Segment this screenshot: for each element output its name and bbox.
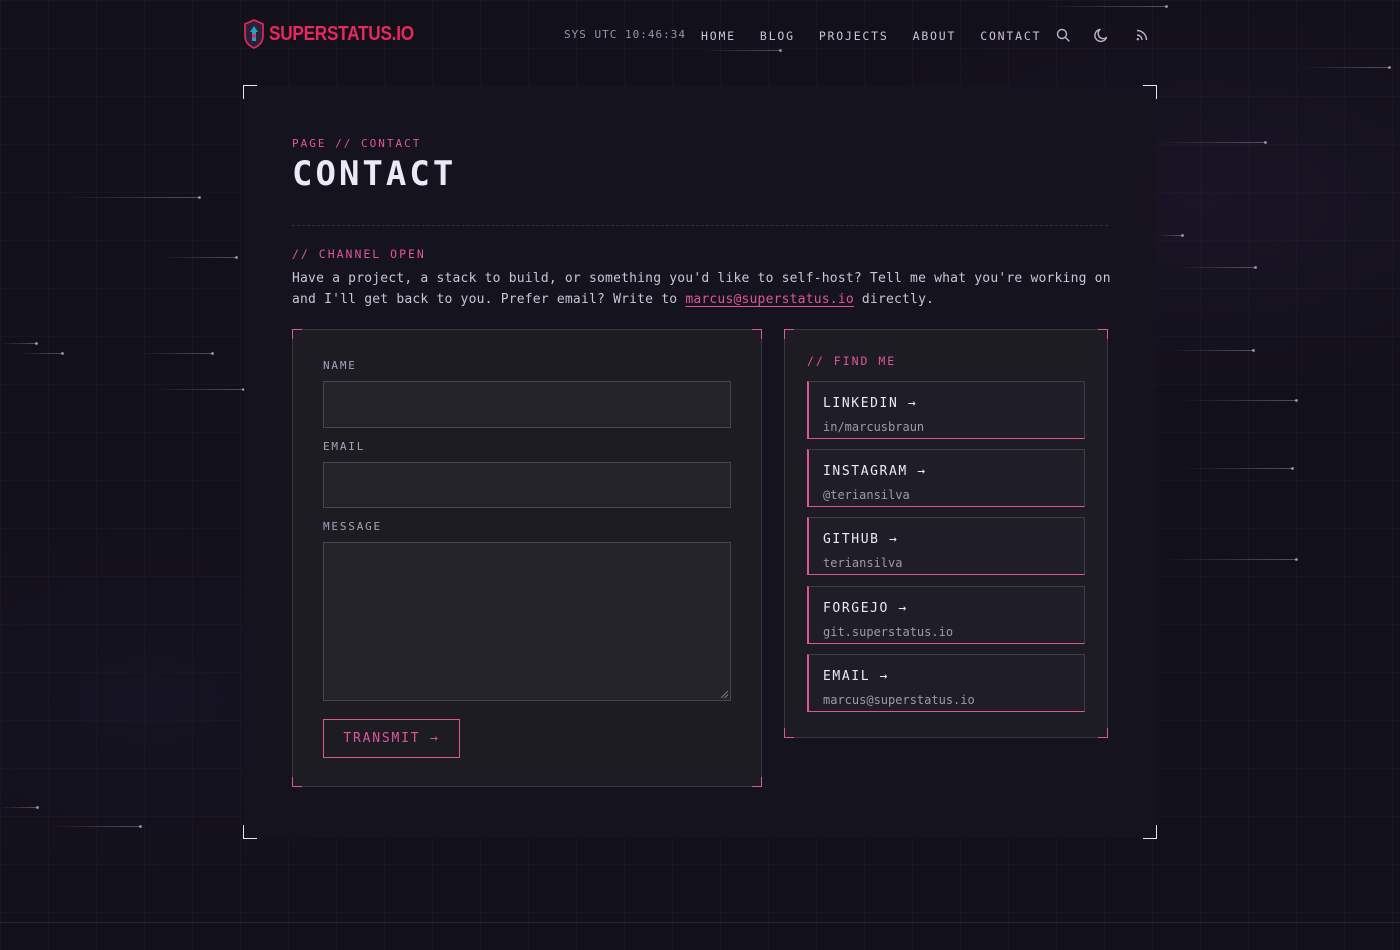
- social-link-instagram[interactable]: INSTAGRAM → @teriansilva: [807, 449, 1085, 507]
- search-icon[interactable]: [1055, 27, 1071, 43]
- rss-icon[interactable]: [1134, 27, 1150, 43]
- system-clock: SYS UTC 10:46:34: [564, 28, 686, 41]
- decorative-streak: [1170, 349, 1255, 352]
- find-me-card: // FIND ME LINKEDIN → in/marcusbraun INS…: [784, 329, 1108, 738]
- name-label: NAME: [323, 359, 357, 372]
- find-corner: [784, 329, 794, 339]
- page-title: CONTACT: [292, 154, 457, 194]
- decorative-streak: [50, 825, 142, 828]
- link-handle: marcus@superstatus.io: [823, 693, 975, 707]
- contact-form: NAME EMAIL MESSAGE TRANSMIT →: [292, 329, 762, 787]
- find-corner: [1098, 329, 1108, 339]
- shield-logo-icon: [244, 19, 264, 49]
- nav-item-about[interactable]: ABOUT: [913, 29, 957, 43]
- section-label: // CHANNEL OPEN: [292, 247, 426, 261]
- nav-item-projects[interactable]: PROJECTS: [819, 29, 889, 43]
- site-logo[interactable]: SUPERSTATUS.IO: [243, 19, 437, 49]
- intro-text: Have a project, a stack to build, or som…: [292, 268, 1122, 310]
- decorative-streak: [1156, 234, 1184, 237]
- link-title: EMAIL →: [823, 669, 889, 684]
- message-field[interactable]: [323, 542, 731, 701]
- link-handle: in/marcusbraun: [823, 420, 925, 434]
- link-title: INSTAGRAM →: [823, 464, 927, 479]
- form-corner: [292, 777, 302, 787]
- panel-corner: [1143, 85, 1157, 99]
- main-nav: HOME BLOG PROJECTS ABOUT CONTACT: [701, 29, 1065, 43]
- email-field[interactable]: [323, 462, 731, 508]
- intro-line-2-start: and I'll get back to you. Prefer email? …: [292, 292, 686, 307]
- contact-panel: PAGE // CONTACT CONTACT // CHANNEL OPEN …: [243, 85, 1157, 839]
- find-corner: [784, 728, 794, 738]
- page-eyebrow: PAGE // CONTACT: [292, 137, 422, 150]
- decorative-streak: [0, 342, 38, 345]
- link-title: GITHUB →: [823, 532, 899, 547]
- decorative-streak: [1160, 558, 1298, 561]
- link-handle: git.superstatus.io: [823, 625, 954, 639]
- decorative-streak: [0, 806, 39, 809]
- link-handle: teriansilva: [823, 556, 903, 570]
- site-header: SUPERSTATUS.IO SYS UTC 10:46:34 HOME BLO…: [0, 0, 1400, 70]
- decorative-streak: [160, 256, 238, 259]
- social-link-github[interactable]: GITHUB → teriansilva: [807, 517, 1085, 575]
- find-me-title: // FIND ME: [807, 354, 897, 368]
- social-link-email[interactable]: EMAIL → marcus@superstatus.io: [807, 654, 1085, 712]
- decorative-streak: [1180, 399, 1298, 402]
- nav-item-blog[interactable]: BLOG: [760, 29, 795, 43]
- link-handle: @teriansilva: [823, 488, 910, 502]
- intro-email-link[interactable]: marcus@superstatus.io: [685, 292, 854, 307]
- title-divider: [292, 225, 1108, 226]
- social-link-forgejo[interactable]: FORGEJO → git.superstatus.io: [807, 586, 1085, 644]
- link-title: FORGEJO →: [823, 601, 908, 616]
- form-corner: [752, 777, 762, 787]
- decorative-streak: [20, 352, 64, 355]
- logo-text: SUPERSTATUS.IO: [269, 22, 414, 45]
- social-link-linkedin[interactable]: LINKEDIN → in/marcusbraun: [807, 381, 1085, 439]
- decorative-streak: [150, 388, 245, 391]
- panel-corner: [243, 825, 257, 839]
- nav-item-contact[interactable]: CONTACT: [980, 29, 1041, 43]
- decorative-streak: [1160, 141, 1267, 144]
- form-corner: [292, 329, 302, 339]
- decorative-streak: [1180, 266, 1257, 269]
- nav-item-home[interactable]: HOME: [701, 29, 736, 43]
- intro-line-2-end: directly.: [853, 292, 935, 307]
- resize-handle[interactable]: [721, 691, 728, 698]
- moon-icon[interactable]: [1094, 27, 1110, 43]
- decorative-streak: [60, 196, 201, 199]
- email-label: EMAIL: [323, 440, 366, 453]
- footer-divider: [0, 922, 1400, 923]
- link-title: LINKEDIN →: [823, 396, 918, 411]
- form-corner: [752, 329, 762, 339]
- name-field[interactable]: [323, 381, 731, 428]
- message-label: MESSAGE: [323, 520, 382, 533]
- decorative-streak: [1180, 467, 1294, 470]
- transmit-button[interactable]: TRANSMIT →: [323, 719, 460, 758]
- panel-corner: [243, 85, 257, 99]
- panel-corner: [1143, 825, 1157, 839]
- find-corner: [1098, 728, 1108, 738]
- intro-line-1: Have a project, a stack to build, or som…: [292, 271, 1111, 286]
- decorative-streak: [140, 352, 214, 355]
